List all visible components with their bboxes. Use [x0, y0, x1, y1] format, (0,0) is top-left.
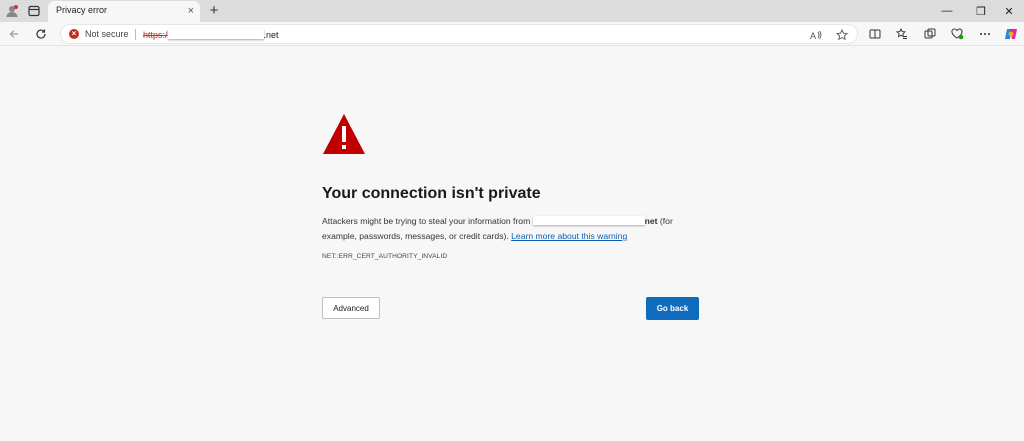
tab-close-icon[interactable]: ×	[188, 4, 194, 18]
more-icon[interactable]	[976, 26, 994, 42]
new-tab-button[interactable]: +	[206, 2, 222, 20]
minimize-button[interactable]: —	[932, 0, 962, 22]
go-back-button[interactable]: Go back	[646, 297, 699, 320]
redacted-domain-text	[532, 216, 645, 225]
copilot-icon[interactable]	[1002, 26, 1020, 42]
page-title: Your connection isn't private	[322, 185, 541, 202]
back-icon[interactable]	[5, 25, 23, 43]
description-domain-end: net	[644, 216, 658, 226]
redacted-domain	[167, 29, 264, 39]
svg-text:A: A	[810, 31, 816, 41]
url-text[interactable]: https:/ .net	[143, 29, 279, 40]
address-bar[interactable]: × Not secure https:/ .net A	[60, 24, 858, 44]
split-screen-icon[interactable]	[866, 26, 884, 42]
star-icon[interactable]	[835, 28, 849, 42]
not-secure-icon[interactable]: ×	[69, 29, 79, 39]
warning-icon	[322, 112, 366, 156]
error-description: Attackers might be trying to steal your …	[322, 214, 702, 244]
tab-actions-icon[interactable]	[25, 2, 43, 20]
favorites-icon[interactable]	[893, 26, 911, 42]
profile-icon[interactable]	[3, 2, 21, 20]
restore-button[interactable]: ❐	[966, 0, 996, 22]
url-suffix: .net	[263, 30, 279, 40]
address-separator	[135, 29, 136, 40]
tab-privacy-error[interactable]: Privacy error ×	[48, 1, 200, 22]
tab-strip: Privacy error × + — ❐ ✕	[0, 0, 1024, 22]
toolbar: × Not secure https:/ .net A	[0, 22, 1024, 46]
close-window-button[interactable]: ✕	[994, 0, 1024, 22]
tab-title: Privacy error	[56, 5, 108, 15]
learn-more-link[interactable]: Learn more about this warning	[511, 231, 627, 241]
read-aloud-icon[interactable]: A	[809, 28, 823, 42]
advanced-button[interactable]: Advanced	[322, 297, 380, 319]
heart-icon[interactable]	[948, 26, 966, 42]
collections-icon[interactable]	[921, 26, 939, 42]
refresh-icon[interactable]	[32, 25, 50, 43]
url-scheme: https:/	[143, 30, 168, 40]
security-label[interactable]: Not secure	[85, 29, 129, 39]
description-text-1: Attackers might be trying to steal your …	[322, 216, 533, 226]
error-code: NET::ERR_CERT_AUTHORITY_INVALID	[322, 253, 448, 260]
